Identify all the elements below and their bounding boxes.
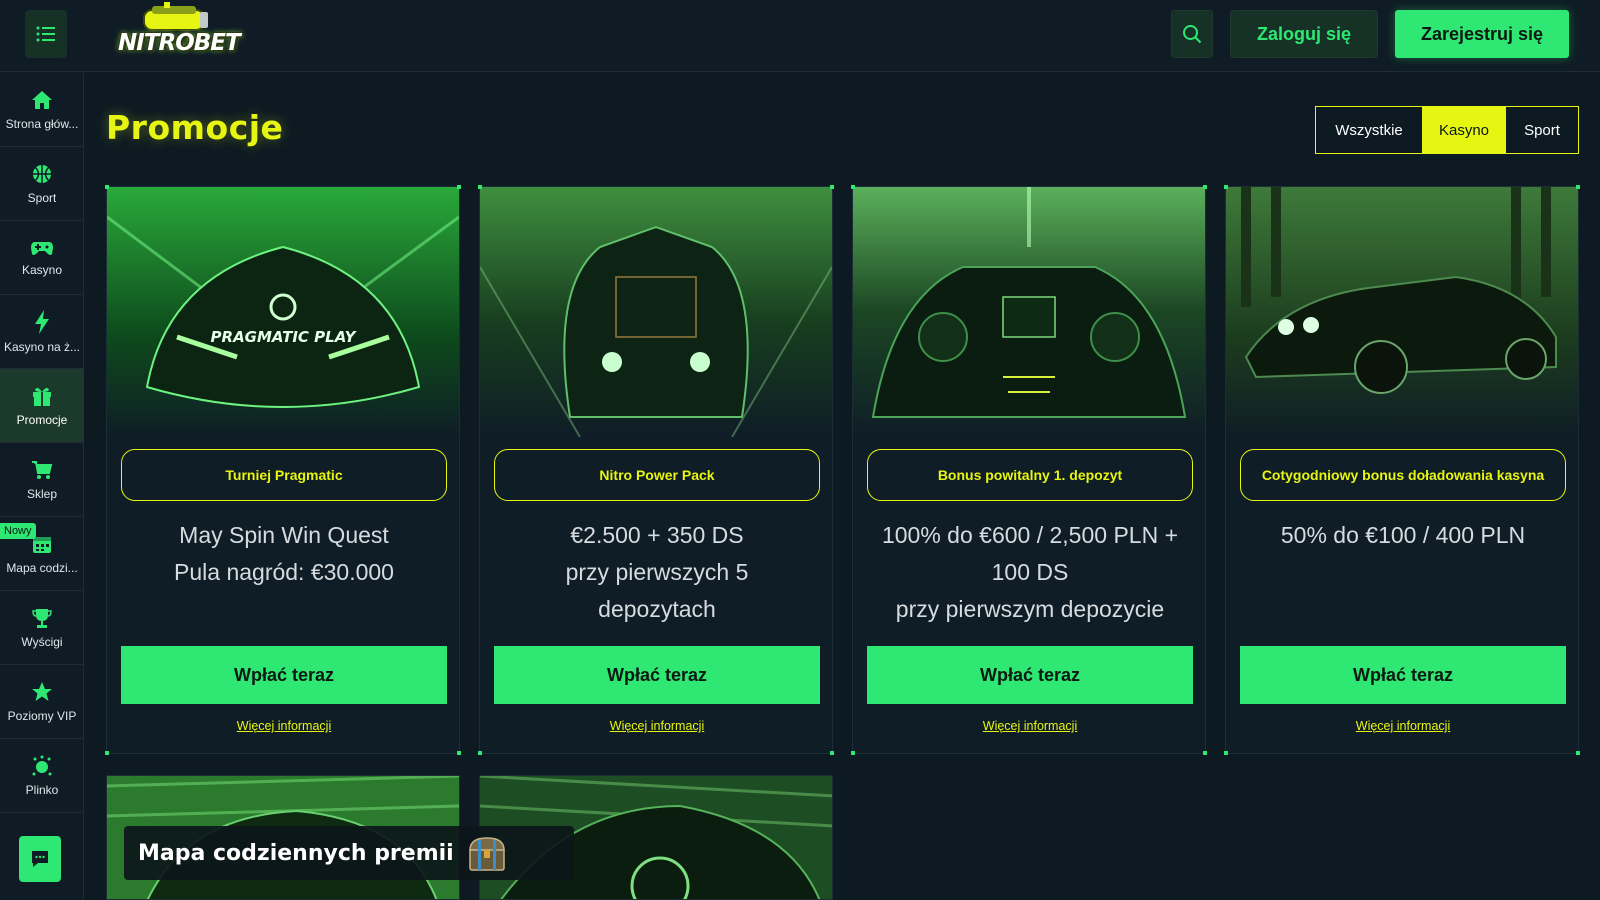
deposit-now-button[interactable]: Wpłać teraz	[1240, 646, 1566, 704]
basketball-icon	[33, 164, 51, 183]
sidebar-item-label: Mapa codzi...	[6, 560, 78, 575]
sidebar-item-casino[interactable]: Kasyno	[0, 221, 84, 295]
filter-casino[interactable]: Kasyno	[1422, 107, 1506, 153]
sidebar-item-label: Kasyno	[21, 262, 63, 277]
promo-description-line: Pula nagród: €30.000	[174, 559, 394, 585]
promo-description: 50% do €100 / 400 PLN	[1236, 517, 1570, 554]
promo-description-line: May Spin Win Quest	[179, 522, 389, 548]
filter-all[interactable]: Wszystkie	[1316, 107, 1422, 153]
sidebar-item-promotions[interactable]: Promocje	[0, 369, 84, 443]
promo-image-welcome-bonus	[853, 187, 1205, 437]
search-icon	[1183, 25, 1202, 44]
promo-description-line: przy pierwszych 5	[565, 559, 749, 585]
register-button[interactable]: Zarejestruj się	[1395, 10, 1569, 58]
sidebar-item-home[interactable]: Strona głów...	[0, 73, 84, 147]
promo-filter-group: Wszystkie Kasyno Sport	[1315, 106, 1579, 154]
card-image-brand-text: PRAGMATIC PLAY	[211, 328, 358, 346]
promo-card: Bonus powitalny 1. depozyt 100% do €600 …	[851, 185, 1207, 755]
sidebar-item-label: Kasyno na ż...	[3, 339, 81, 354]
new-badge: Nowy	[0, 523, 36, 539]
sidebar-item-label: Poziomy VIP	[7, 708, 77, 723]
promo-title-pill: Turniej Pragmatic	[121, 449, 447, 501]
promo-image-weekly-reload	[1226, 187, 1578, 437]
sidebar-item-label: Sklep	[26, 486, 58, 501]
sidebar-item-races[interactable]: Wyścigi	[0, 591, 84, 665]
promo-description-line: przy pierwszym depozycie	[895, 596, 1165, 622]
login-button[interactable]: Zaloguj się	[1230, 10, 1378, 58]
sidebar-item-vip[interactable]: Poziomy VIP	[0, 665, 84, 739]
promo-description: 100% do €600 / 2,500 PLN + 100 DS przy p…	[863, 517, 1197, 628]
menu-button[interactable]	[25, 10, 67, 58]
gamepad-icon	[31, 241, 53, 255]
lightning-icon	[35, 309, 49, 334]
promo-description-line: depozytach	[598, 596, 716, 622]
daily-map-banner-text: Mapa codziennych premii	[138, 840, 454, 866]
top-header: NITROBET Zaloguj się Zarejestruj się	[0, 0, 1600, 72]
sidebar-item-label: Plinko	[25, 782, 59, 797]
deposit-now-button[interactable]: Wpłać teraz	[494, 646, 820, 704]
menu-icon	[36, 26, 55, 42]
promo-description-line: 50% do €100 / 400 PLN	[1280, 522, 1526, 548]
more-info-link[interactable]: Więcej informacji	[1226, 719, 1580, 733]
sidebar-item-label: Wyścigi	[21, 634, 63, 649]
promo-description-line: 100% do €600 / 2,500 PLN +	[881, 522, 1179, 548]
chat-icon	[32, 851, 48, 867]
more-info-link[interactable]: Więcej informacji	[853, 719, 1207, 733]
filter-sport[interactable]: Sport	[1506, 107, 1578, 153]
plinko-icon	[32, 755, 52, 775]
promo-card: Cotygodniowy bonus doładowania kasyna 50…	[1224, 185, 1580, 755]
page-title: Promocje	[106, 108, 284, 147]
more-info-link[interactable]: Więcej informacji	[107, 719, 461, 733]
logo-text: NITROBET	[118, 30, 241, 56]
deposit-now-button[interactable]: Wpłać teraz	[121, 646, 447, 704]
gift-icon	[33, 387, 51, 406]
star-icon	[32, 681, 52, 701]
promo-description-line: 100 DS	[991, 559, 1069, 585]
treasure-chest-icon	[468, 837, 505, 871]
nitrobet-logo[interactable]: NITROBET	[118, 2, 241, 68]
deposit-now-button[interactable]: Wpłać teraz	[867, 646, 1193, 704]
promo-title-pill: Bonus powitalny 1. depozyt	[867, 449, 1193, 501]
sidebar-item-sport[interactable]: Sport	[0, 147, 84, 221]
sidebar: Strona głów... Sport Kasyno Kasyno na ż.…	[0, 73, 84, 900]
promo-description: €2.500 + 350 DS przy pierwszych 5 depozy…	[490, 517, 824, 628]
chat-button[interactable]	[19, 836, 61, 882]
sidebar-item-plinko[interactable]: Plinko	[0, 739, 84, 813]
promo-title-pill: Nitro Power Pack	[494, 449, 820, 501]
more-info-link[interactable]: Więcej informacji	[480, 719, 834, 733]
search-button[interactable]	[1171, 10, 1213, 58]
promo-image-nitro-pack	[480, 187, 832, 437]
promo-description-line: €2.500 + 350 DS	[570, 522, 744, 548]
promo-card: PRAGMATIC PLAY Turniej Pragmatic May Spi…	[105, 185, 461, 755]
cart-icon	[32, 460, 53, 479]
promo-card: Nitro Power Pack €2.500 + 350 DS przy pi…	[478, 185, 834, 755]
trophy-icon	[32, 608, 52, 628]
home-icon	[32, 90, 52, 109]
sidebar-item-daily-map[interactable]: Nowy Mapa codzi...	[0, 517, 84, 591]
sidebar-item-label: Sport	[27, 190, 57, 205]
sidebar-item-label: Promocje	[16, 412, 68, 427]
promo-title-pill: Cotygodniowy bonus doładowania kasyna	[1240, 449, 1566, 501]
sidebar-item-live-casino[interactable]: Kasyno na ż...	[0, 295, 84, 369]
sidebar-item-shop[interactable]: Sklep	[0, 443, 84, 517]
promo-image-pragmatic: PRAGMATIC PLAY	[107, 187, 459, 437]
sidebar-item-label: Strona głów...	[5, 116, 79, 131]
daily-map-banner[interactable]: Mapa codziennych premii	[124, 826, 574, 880]
promo-description: May Spin Win Quest Pula nagród: €30.000	[117, 517, 451, 591]
